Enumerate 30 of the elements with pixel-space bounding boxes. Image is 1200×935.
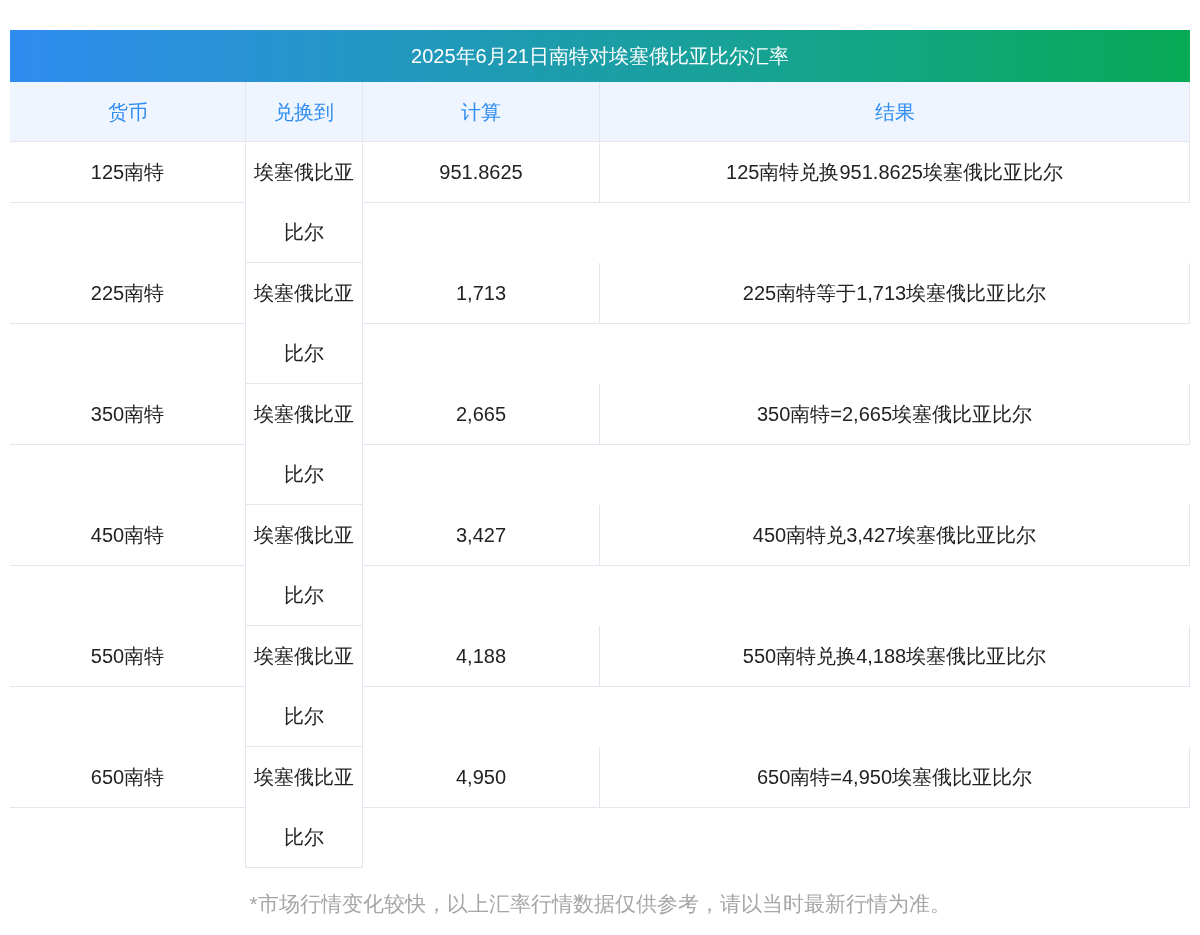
table-cell: 650南特=4,950埃塞俄比亚比尔 — [599, 747, 1190, 808]
table-cell: 650南特 — [10, 747, 245, 808]
table-cell: 埃塞俄比亚比尔 — [245, 747, 363, 868]
table-cell: 4,188 — [363, 626, 599, 687]
table-cell: 2,665 — [363, 384, 599, 445]
table-title: 2025年6月21日南特对埃塞俄比亚比尔汇率 — [10, 30, 1190, 82]
table-cell: 550南特兑换4,188埃塞俄比亚比尔 — [599, 626, 1190, 687]
table-cell: 埃塞俄比亚比尔 — [245, 505, 363, 626]
table-cell: 埃塞俄比亚比尔 — [245, 626, 363, 747]
table-cell: 350南特 — [10, 384, 245, 445]
table-cell: 125南特 — [10, 142, 245, 203]
column-header: 计算 — [363, 82, 599, 142]
table-cell: 埃塞俄比亚比尔 — [245, 142, 363, 263]
table-cell: 450南特 — [10, 505, 245, 566]
table-cell: 埃塞俄比亚比尔 — [245, 384, 363, 505]
table-cell: 4,950 — [363, 747, 599, 808]
footnote: *市场行情变化较快，以上汇率行情数据仅供参考，请以当时最新行情为准。 — [248, 891, 952, 917]
table-cell: 225南特等于1,713埃塞俄比亚比尔 — [599, 263, 1190, 324]
table-cell: 125南特兑换951.8625埃塞俄比亚比尔 — [599, 142, 1190, 203]
table-cell: 埃塞俄比亚比尔 — [245, 263, 363, 384]
table-cell: 951.8625 — [363, 142, 599, 203]
table-cell: 1,713 — [363, 263, 599, 324]
table-cell: 3,427 — [363, 505, 599, 566]
column-header: 货币 — [10, 82, 245, 142]
table-cell: 450南特兑3,427埃塞俄比亚比尔 — [599, 505, 1190, 566]
table-cell: 225南特 — [10, 263, 245, 324]
column-header: 兑换到 — [245, 82, 363, 142]
table-cell: 350南特=2,665埃塞俄比亚比尔 — [599, 384, 1190, 445]
column-header: 结果 — [599, 82, 1190, 142]
table-cell: 550南特 — [10, 626, 245, 687]
